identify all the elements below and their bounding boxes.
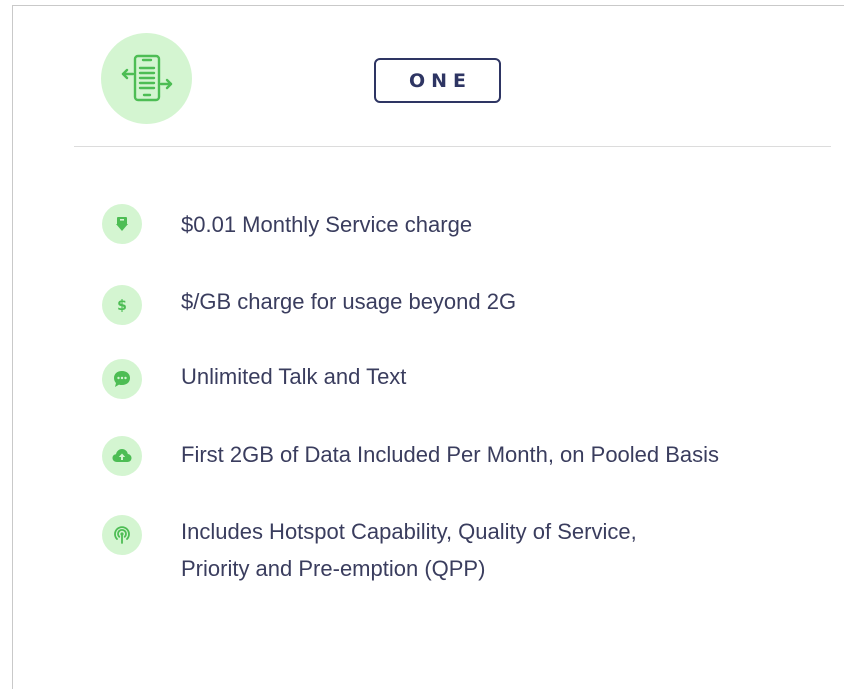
feature-text: First 2GB of Data Included Per Month, on… (181, 442, 720, 467)
hotspot-icon (102, 515, 142, 555)
feature-text: Includes Hotspot Capability, Quality of … (181, 519, 637, 581)
feature-text: $/GB charge for usage beyond 2G (181, 289, 517, 314)
chat-bubble-icon (102, 359, 142, 399)
cloud-upload-icon (102, 436, 142, 476)
dollar-icon: $ (102, 285, 142, 325)
plan-card: ONE $0.01 Monthly Service charge $ $/GB … (12, 5, 844, 689)
plan-name-badge: ONE (374, 58, 501, 103)
svg-text:$: $ (117, 298, 127, 314)
feature-text: $0.01 Monthly Service charge (181, 212, 473, 237)
money-down-icon (102, 204, 142, 244)
feature-text: Unlimited Talk and Text (181, 364, 407, 389)
phone-transfer-icon (101, 33, 192, 124)
divider (74, 146, 831, 147)
